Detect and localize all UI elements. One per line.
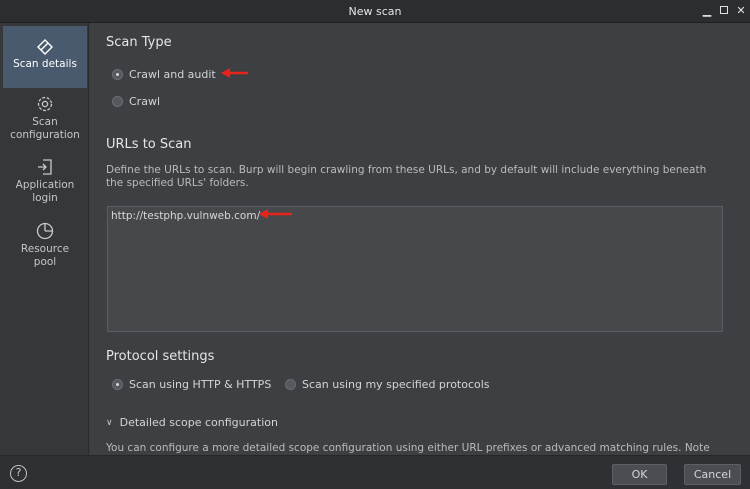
radio-crawl-and-audit[interactable]: Crawl and audit	[112, 68, 216, 81]
sidebar: Scan details Scan configuration Applicat…	[0, 23, 89, 455]
detailed-scope-label: Detailed scope configuration	[119, 416, 278, 429]
sidebar-item-application-login[interactable]: Application login	[3, 157, 87, 207]
detailed-scope-toggle[interactable]: ∨ Detailed scope configuration	[106, 416, 278, 429]
login-icon	[38, 159, 52, 175]
sidebar-item-label: Application login	[15, 179, 75, 204]
scan-details-panel: Scan Type Crawl and audit Crawl URLs to …	[90, 23, 750, 455]
radio-specified-protocols[interactable]: Scan using my specified protocols	[285, 378, 490, 391]
maximize-button[interactable]	[715, 2, 733, 20]
radio-button[interactable]	[112, 96, 123, 107]
radio-button[interactable]	[112, 69, 123, 80]
sidebar-item-scan-configuration[interactable]: Scan configuration	[3, 94, 87, 144]
sidebar-item-scan-details[interactable]: Scan details	[3, 26, 87, 88]
sidebar-item-label: Resource pool	[20, 243, 70, 268]
minimize-button[interactable]: ▁	[698, 2, 716, 20]
chevron-down-icon: ∨	[106, 417, 113, 428]
radio-crawl[interactable]: Crawl	[112, 95, 160, 108]
radio-label: Scan using my specified protocols	[302, 378, 490, 391]
maximize-icon	[720, 6, 728, 14]
scope-description: You can configure a more detailed scope …	[106, 442, 710, 454]
scan-details-icon	[37, 39, 53, 55]
protocol-heading: Protocol settings	[106, 349, 215, 364]
radio-label: Crawl and audit	[129, 68, 216, 81]
title-bar: New scan ▁ ✕	[0, 0, 750, 23]
urls-heading: URLs to Scan	[106, 137, 192, 152]
red-arrow-annotation	[259, 209, 292, 219]
radio-scan-http-https[interactable]: Scan using HTTP & HTTPS	[112, 378, 271, 391]
help-icon[interactable]: ?	[10, 465, 27, 482]
ok-button[interactable]: OK	[612, 464, 667, 485]
urls-textarea[interactable]: http://testphp.vulnweb.com/	[107, 206, 723, 332]
cancel-button[interactable]: Cancel	[684, 464, 741, 485]
close-button[interactable]: ✕	[732, 2, 750, 20]
gear-icon	[37, 96, 53, 112]
window-title: New scan	[348, 5, 402, 18]
sidebar-item-label: Scan configuration	[10, 116, 80, 141]
footer-bar: ? OK Cancel	[0, 455, 750, 489]
sidebar-item-resource-pool[interactable]: Resource pool	[3, 221, 87, 271]
url-entry: http://testphp.vulnweb.com/	[111, 210, 261, 222]
scan-type-heading: Scan Type	[106, 35, 172, 50]
sidebar-item-label: Scan details	[13, 58, 77, 70]
radio-button[interactable]	[285, 379, 296, 390]
red-arrow-annotation	[221, 68, 248, 78]
urls-description: Define the URLs to scan. Burp will begin…	[106, 164, 707, 189]
radio-label: Crawl	[129, 95, 160, 108]
pie-chart-icon	[36, 222, 54, 240]
radio-button[interactable]	[112, 379, 123, 390]
radio-label: Scan using HTTP & HTTPS	[129, 378, 272, 391]
